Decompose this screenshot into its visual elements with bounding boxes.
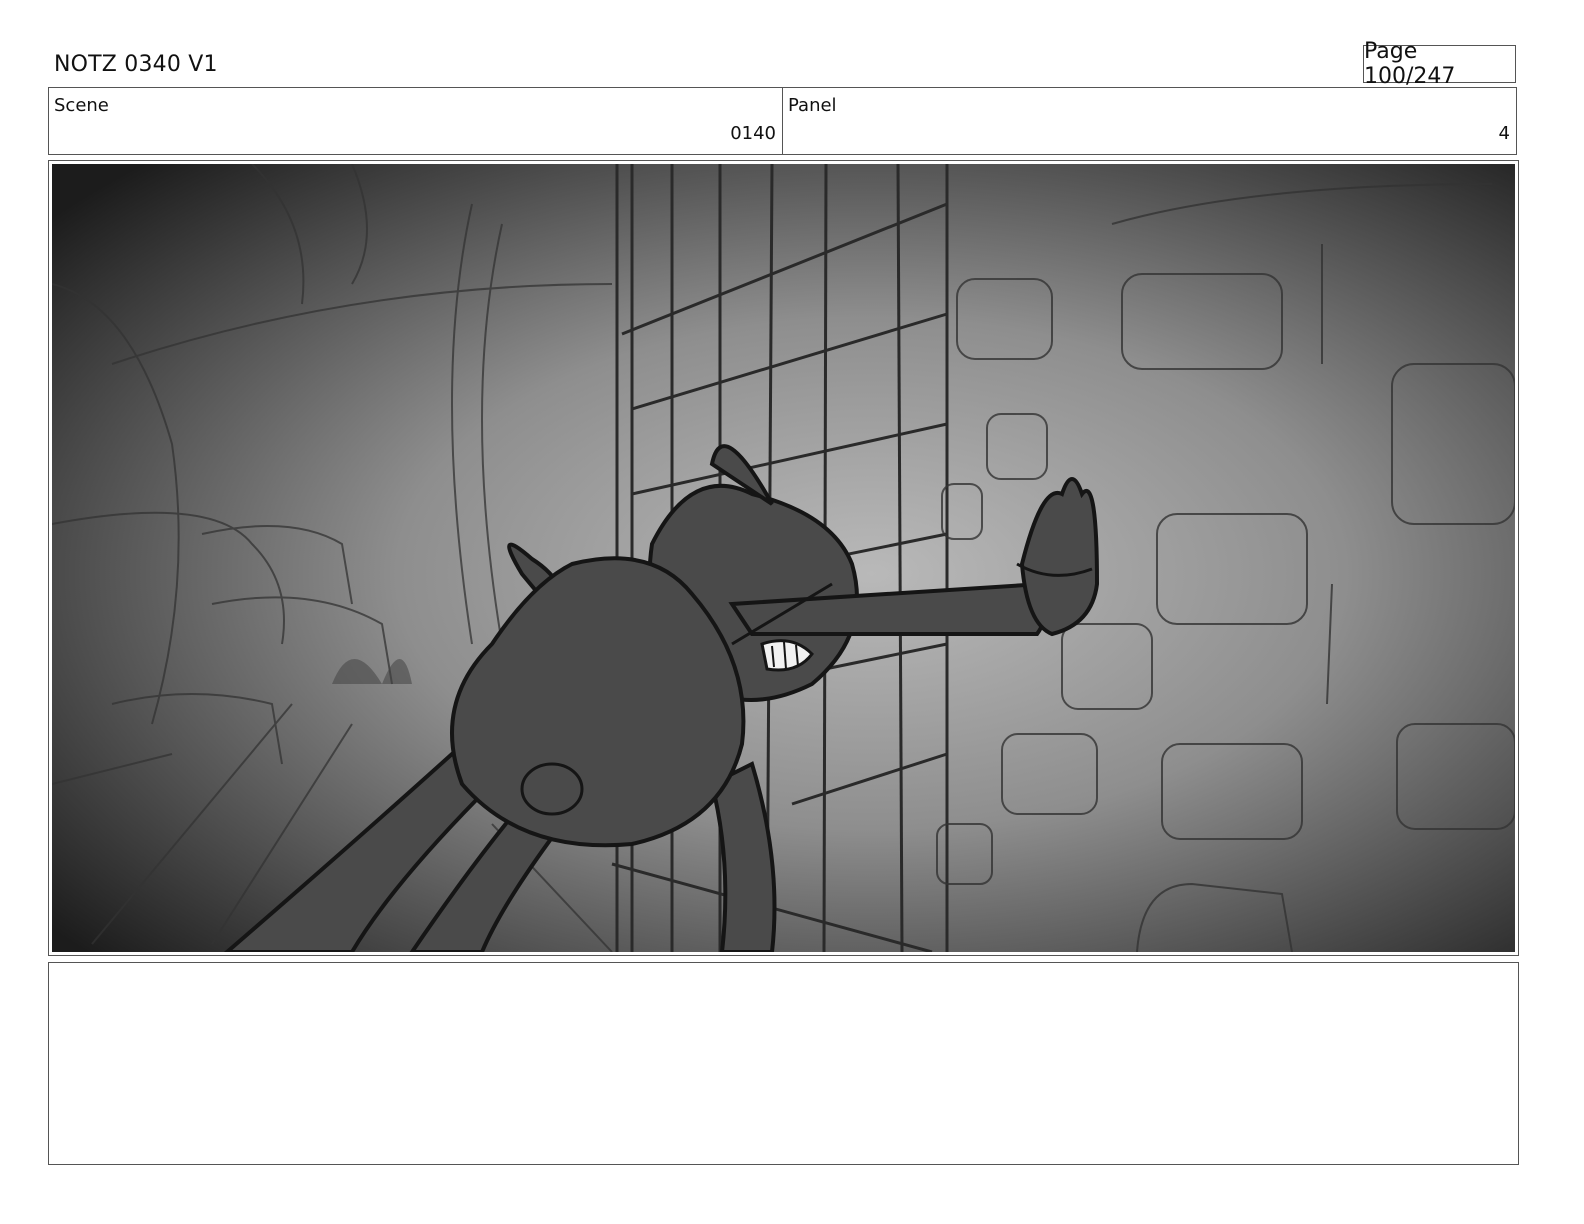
page-number: Page 100/247	[1363, 39, 1516, 89]
scene-cell: Scene 0140	[49, 88, 782, 154]
storyboard-drawing	[52, 164, 1515, 952]
storyboard-frame	[48, 160, 1519, 956]
panel-label: Panel	[788, 95, 837, 116]
panel-cell: Panel 4	[782, 88, 1516, 154]
document-title: NOTZ 0340 V1	[54, 52, 218, 77]
panel-number: 4	[1498, 123, 1510, 144]
sketch-illustration	[52, 164, 1515, 952]
scene-panel-info-row: Scene 0140 Panel 4	[48, 87, 1517, 155]
scene-label: Scene	[54, 95, 109, 116]
scene-number: 0140	[730, 123, 776, 144]
panel-notes-box	[48, 962, 1519, 1165]
